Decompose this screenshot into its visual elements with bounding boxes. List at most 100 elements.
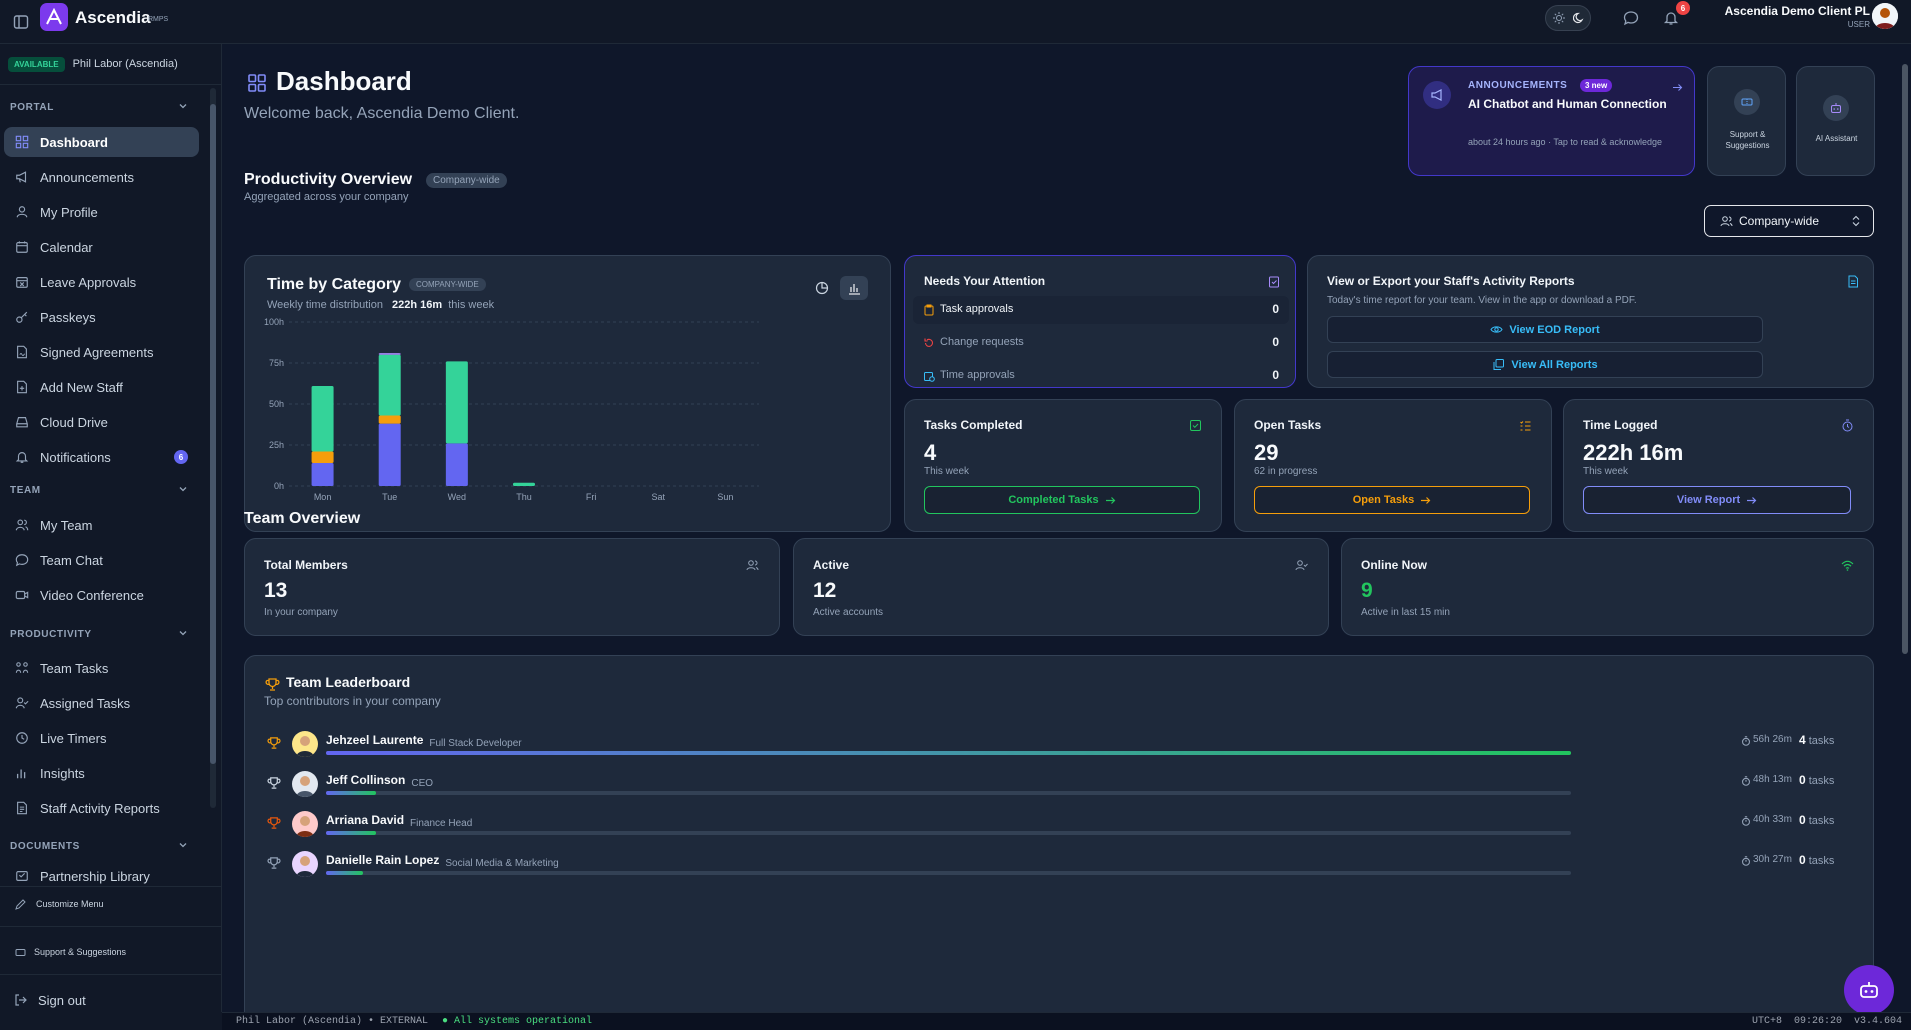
leaderboard-row[interactable]: Jeff CollinsonJeff CollinsonCEO48h 13m0 … bbox=[267, 771, 1857, 807]
user-icon bbox=[14, 204, 30, 220]
clock-icon bbox=[14, 730, 30, 746]
sidebar-item-video-conference[interactable]: Video Conference bbox=[4, 580, 199, 610]
support-label: Support & Suggestions bbox=[34, 947, 127, 957]
messages-icon[interactable] bbox=[1622, 9, 1640, 27]
attention-row[interactable]: Task approvals 0 bbox=[913, 296, 1289, 324]
bar-chart-toggle[interactable] bbox=[840, 276, 868, 300]
sun-icon bbox=[1552, 11, 1566, 25]
bar-segment[interactable] bbox=[378, 353, 401, 355]
attention-row[interactable]: Time approvals 0 bbox=[913, 362, 1289, 390]
bar-segment[interactable] bbox=[445, 361, 468, 444]
tasks-completed-button[interactable]: Completed Tasks bbox=[924, 486, 1200, 514]
ticket-icon bbox=[14, 946, 26, 958]
member-time: 30h 27m bbox=[1753, 854, 1792, 865]
sidebar-item-leave-approvals[interactable]: Leave Approvals bbox=[4, 267, 199, 297]
chevron-down-icon[interactable] bbox=[178, 628, 188, 638]
user-check-icon bbox=[14, 695, 30, 711]
leaderboard-row[interactable]: Jehzeel LaurenteJehzeel LaurenteFull Sta… bbox=[267, 731, 1857, 767]
section-portal[interactable]: PORTAL bbox=[10, 102, 54, 113]
sidebar-item-insights[interactable]: Insights bbox=[4, 758, 199, 788]
sidebar-item-my-team[interactable]: My Team bbox=[4, 510, 199, 540]
bar-segment[interactable] bbox=[311, 451, 334, 464]
presence-row[interactable]: AVAILABLE Phil Labor (Ascendia) bbox=[8, 54, 214, 74]
page-scrollbar[interactable] bbox=[1899, 44, 1911, 1012]
activity-reports-title: View or Export your Staff's Activity Rep… bbox=[1327, 274, 1575, 288]
megaphone-icon bbox=[14, 169, 30, 185]
chevron-down-icon[interactable] bbox=[178, 101, 188, 111]
total-members-title: Total Members bbox=[264, 558, 348, 572]
page-scrollbar-thumb[interactable] bbox=[1902, 64, 1908, 654]
sidebar-item-team-tasks[interactable]: Team Tasks bbox=[4, 653, 199, 683]
open-tasks-title: Open Tasks bbox=[1254, 418, 1322, 432]
sidebar-item-live-timers[interactable]: Live Timers bbox=[4, 723, 199, 753]
bar-segment[interactable] bbox=[445, 443, 468, 486]
wifi-icon bbox=[1840, 558, 1854, 572]
support-quick-card[interactable]: Support & Suggestions bbox=[1707, 66, 1786, 176]
customize-menu-label: Customize Menu bbox=[36, 899, 104, 909]
bar-segment[interactable] bbox=[311, 463, 334, 486]
attention-row[interactable]: Change requests 0 bbox=[913, 329, 1289, 357]
sidebar-item-calendar[interactable]: Calendar bbox=[4, 232, 199, 262]
bar-segment[interactable] bbox=[378, 415, 401, 424]
sidebar-item-cloud-drive[interactable]: Cloud Drive bbox=[4, 407, 199, 437]
scope-select[interactable]: Company-wide bbox=[1704, 205, 1874, 237]
sidebar-item-my-profile[interactable]: My Profile bbox=[4, 197, 199, 227]
calendar-x-icon bbox=[14, 274, 30, 290]
member-task-count: 0 tasks bbox=[1799, 853, 1835, 867]
pie-chart-icon[interactable] bbox=[814, 280, 830, 296]
sidebar-divider bbox=[0, 886, 222, 887]
sidebar-item-passkeys[interactable]: Passkeys bbox=[4, 302, 199, 332]
progress-track bbox=[326, 791, 1571, 795]
sidebar-item-dashboard[interactable]: Dashboard bbox=[4, 127, 199, 157]
chevron-down-icon[interactable] bbox=[178, 484, 188, 494]
user-name[interactable]: Ascendia Demo Client PL bbox=[1680, 4, 1896, 18]
bar-segment[interactable] bbox=[311, 385, 334, 452]
section-team[interactable]: TEAM bbox=[10, 485, 41, 496]
sidebar-item-staff-activity-reports[interactable]: Staff Activity Reports bbox=[4, 793, 199, 823]
sidebar-item-add-new-staff[interactable]: Add New Staff bbox=[4, 372, 199, 402]
leaderboard-row[interactable]: Danielle Rain LopezDanielle Rain LopezSo… bbox=[267, 851, 1857, 887]
sidebar-toggle-icon[interactable] bbox=[12, 13, 30, 31]
user-avatar[interactable] bbox=[1872, 3, 1898, 29]
sidebar-item-assigned-tasks[interactable]: Assigned Tasks bbox=[4, 688, 199, 718]
ai-assistant-label: AI Assistant bbox=[1815, 134, 1858, 143]
x-tick-label: Sun bbox=[717, 492, 733, 502]
view-eod-report-button[interactable]: View EOD Report bbox=[1327, 316, 1763, 343]
section-productivity[interactable]: PRODUCTIVITY bbox=[10, 629, 92, 640]
users-icon bbox=[14, 517, 30, 533]
bar-segment[interactable] bbox=[378, 354, 401, 416]
y-tick-label: 0h bbox=[274, 481, 284, 491]
sidebar-item-label: Announcements bbox=[40, 169, 134, 185]
sidebar-item-signed-agreements[interactable]: Signed Agreements bbox=[4, 337, 199, 367]
rotate-icon bbox=[923, 337, 935, 349]
app-logo[interactable] bbox=[40, 3, 68, 31]
sidebar-item-notifications[interactable]: Notifications 6 bbox=[4, 442, 199, 472]
x-tick-label: Sat bbox=[652, 492, 666, 502]
sidebar-item-team-chat[interactable]: Team Chat bbox=[4, 545, 199, 575]
sidebar-item-label: Staff Activity Reports bbox=[40, 800, 160, 816]
customize-menu-link[interactable]: Customize Menu bbox=[14, 894, 104, 914]
view-all-reports-button[interactable]: View All Reports bbox=[1327, 351, 1763, 378]
section-documents[interactable]: DOCUMENTS bbox=[10, 841, 80, 852]
progress-fill bbox=[326, 751, 1571, 755]
list-checks-icon bbox=[1518, 418, 1532, 432]
team-leaderboard-card: Team Leaderboard Top contributors in you… bbox=[244, 655, 1874, 1012]
open-tasks-button[interactable]: Open Tasks bbox=[1254, 486, 1530, 514]
team-leaderboard-subtitle: Top contributors in your company bbox=[264, 694, 441, 708]
online-now-subtitle: Active in last 15 min bbox=[1361, 607, 1450, 618]
ai-assistant-card[interactable]: AI Assistant bbox=[1796, 66, 1875, 176]
theme-toggle[interactable] bbox=[1545, 5, 1591, 31]
support-link[interactable]: Support & Suggestions bbox=[14, 942, 126, 962]
sidebar-item-announcements[interactable]: Announcements bbox=[4, 162, 199, 192]
bar-segment[interactable] bbox=[513, 482, 535, 486]
chevron-down-icon[interactable] bbox=[178, 840, 188, 850]
time-logged-button[interactable]: View Report bbox=[1583, 486, 1851, 514]
bar-segment[interactable] bbox=[378, 423, 401, 486]
sidebar-item-label: Passkeys bbox=[40, 309, 96, 325]
ai-chat-fab[interactable] bbox=[1844, 965, 1894, 1012]
sidebar-scrollbar[interactable] bbox=[210, 88, 216, 808]
sign-out-button[interactable]: Sign out bbox=[14, 990, 86, 1010]
announcement-card[interactable]: ANNOUNCEMENTS 3 new AI Chatbot and Human… bbox=[1408, 66, 1695, 176]
tasks-icon bbox=[14, 660, 30, 676]
leaderboard-row[interactable]: Arriana DavidArriana DavidFinance Head40… bbox=[267, 811, 1857, 847]
